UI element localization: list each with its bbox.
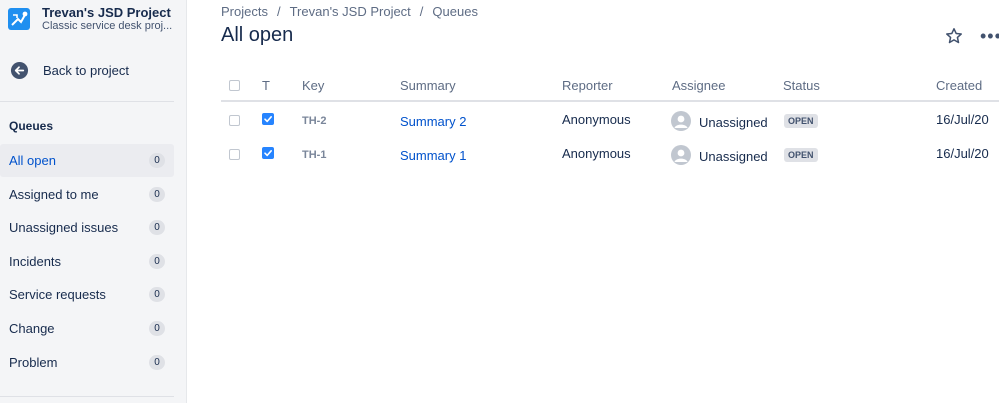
default-avatar-icon (674, 115, 688, 128)
column-header-key[interactable]: Key (302, 78, 324, 93)
project-header[interactable]: Trevan's JSD Project Classic service des… (8, 5, 174, 33)
more-actions-button[interactable]: ••• (980, 26, 999, 47)
breadcrumb-project[interactable]: Trevan's JSD Project (290, 4, 411, 19)
select-all-checkbox[interactable] (229, 80, 240, 91)
project-type: Classic service desk proj... (42, 20, 173, 32)
issue-type-task-icon (262, 147, 274, 159)
table-header: T Key Summary Reporter Assignee Status C… (221, 72, 999, 102)
queue-label: Change (9, 321, 55, 336)
row-select-checkbox[interactable] (229, 115, 240, 126)
issue-assignee: Unassigned (699, 149, 768, 164)
back-to-project-label: Back to project (43, 63, 129, 78)
queue-count-badge: 0 (149, 220, 165, 235)
row-select-checkbox[interactable] (229, 149, 240, 160)
avatar (671, 111, 691, 131)
queues-heading: Queues (9, 119, 54, 133)
breadcrumb-separator: / (276, 4, 281, 19)
queue-item-change[interactable]: Change 0 (0, 312, 174, 345)
queue-count-badge: 0 (149, 355, 165, 370)
column-header-status[interactable]: Status (783, 78, 820, 93)
queue-count-badge: 0 (149, 187, 165, 202)
issue-type-task-icon (262, 113, 274, 125)
column-header-created[interactable]: Created (936, 78, 982, 93)
queue-count-badge: 0 (149, 321, 165, 336)
issue-created-date: 16/Jul/20 (936, 146, 989, 161)
issue-summary-link[interactable]: Summary 2 (400, 114, 466, 129)
arrow-left-circle-icon (10, 61, 29, 80)
project-name: Trevan's JSD Project (42, 5, 171, 20)
queue-item-unassigned-issues[interactable]: Unassigned issues 0 (0, 211, 174, 244)
queue-count-badge: 0 (149, 153, 165, 168)
issue-key[interactable]: TH-2 (302, 115, 326, 127)
queue-label: All open (9, 153, 56, 168)
queue-label: Unassigned issues (9, 220, 119, 235)
issue-assignee: Unassigned (699, 115, 768, 130)
issue-key[interactable]: TH-1 (302, 149, 326, 161)
issue-created-date: 16/Jul/20 (936, 112, 989, 127)
status-badge: OPEN (784, 114, 818, 128)
sidebar-divider (0, 396, 174, 397)
issue-reporter: Anonymous (562, 146, 631, 161)
sidebar: Trevan's JSD Project Classic service des… (0, 0, 187, 403)
queue-item-problem[interactable]: Problem 0 (0, 346, 174, 379)
back-to-project-link[interactable]: Back to project (10, 61, 129, 80)
breadcrumb-queues[interactable]: Queues (432, 4, 478, 19)
column-header-type[interactable]: T (262, 78, 270, 93)
queue-item-incidents[interactable]: Incidents 0 (0, 245, 174, 278)
queue-label: Assigned to me (9, 187, 99, 202)
breadcrumb: Projects / Trevan's JSD Project / Queues (221, 4, 478, 19)
queue-label: Incidents (9, 254, 62, 269)
breadcrumb-separator: / (419, 4, 424, 19)
queue-item-all-open[interactable]: All open 0 (0, 144, 174, 177)
sidebar-divider (0, 101, 174, 102)
status-badge: OPEN (784, 148, 818, 162)
column-header-summary[interactable]: Summary (400, 78, 456, 93)
table-row[interactable]: TH-1 Summary 1 Anonymous Unassigned OPEN… (221, 138, 999, 172)
column-header-assignee[interactable]: Assignee (672, 78, 725, 93)
queue-item-service-requests[interactable]: Service requests 0 (0, 278, 174, 311)
table-row[interactable]: TH-2 Summary 2 Anonymous Unassigned OPEN… (221, 104, 999, 138)
queue-label: Problem (9, 355, 58, 370)
queue-item-assigned-to-me[interactable]: Assigned to me 0 (0, 178, 174, 211)
default-avatar-icon (674, 149, 688, 162)
queue-count-badge: 0 (149, 254, 165, 269)
queue-count-badge: 0 (149, 287, 165, 302)
column-header-reporter[interactable]: Reporter (562, 78, 613, 93)
issue-reporter: Anonymous (562, 112, 631, 127)
page-title: All open (221, 24, 294, 46)
breadcrumb-projects[interactable]: Projects (221, 4, 268, 19)
queue-label: Service requests (9, 287, 106, 302)
project-logo-icon (8, 8, 30, 30)
avatar (671, 145, 691, 165)
star-icon[interactable] (945, 27, 963, 45)
issue-summary-link[interactable]: Summary 1 (400, 148, 466, 163)
